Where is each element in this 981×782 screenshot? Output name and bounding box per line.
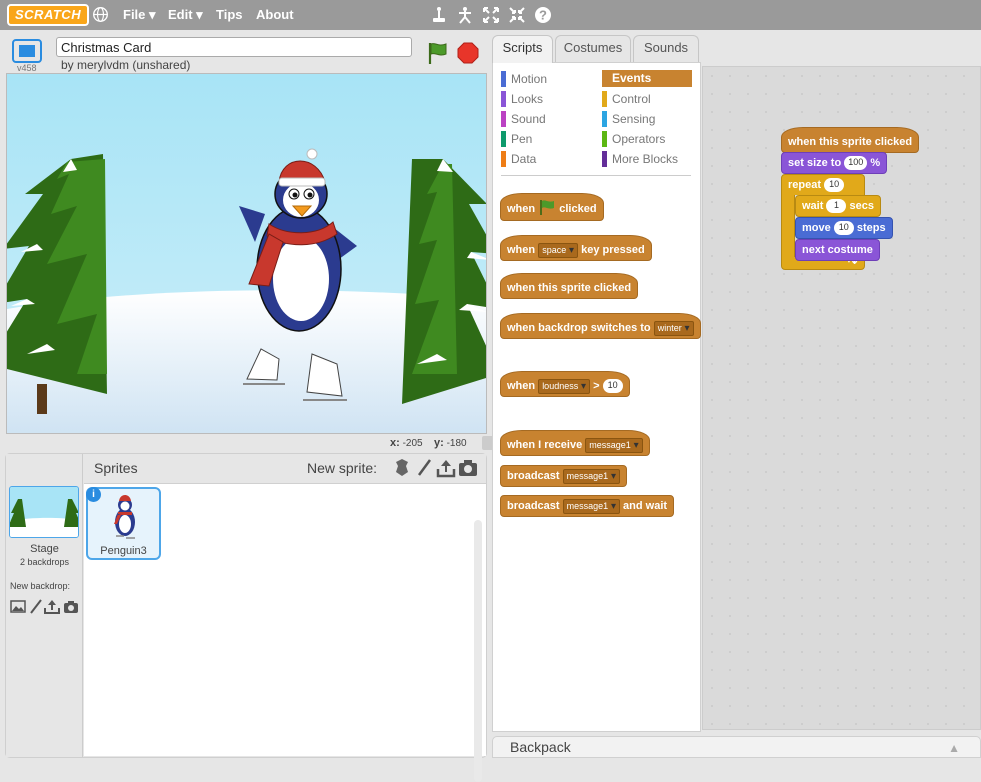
about-menu[interactable]: About <box>256 7 294 22</box>
sprite-tile[interactable]: i Penguin3 <box>86 487 161 560</box>
when-loudness-block[interactable]: when loudness > 10 <box>500 371 630 397</box>
when-sprite-clicked-block[interactable]: when this sprite clicked <box>500 273 639 299</box>
category-looks[interactable]: Looks <box>501 91 543 107</box>
tab-costumes[interactable]: Costumes <box>555 35 631 62</box>
stage-backdrop <box>7 74 486 433</box>
collapse-stage-arrow[interactable] <box>482 436 492 450</box>
stop-sign-icon[interactable] <box>457 42 479 64</box>
stage-label: Stage <box>30 543 59 555</box>
key-dropdown[interactable]: space <box>538 242 579 258</box>
edit-menu[interactable]: Edit ▾ <box>168 7 203 23</box>
stage-thumbnail[interactable] <box>9 486 79 538</box>
backdrop-dropdown[interactable]: winter <box>653 320 694 336</box>
version-label: v458 <box>17 63 37 73</box>
upload-icon[interactable] <box>44 599 60 614</box>
help-icon[interactable]: ? <box>534 6 552 24</box>
backpack[interactable]: Backpack ▲ <box>492 736 981 758</box>
sprites-list: i Penguin3 <box>84 484 486 782</box>
project-header: v458 by merylvdm (unshared) <box>6 35 487 73</box>
tab-scripts[interactable]: Scripts <box>492 35 553 63</box>
backdrop-count: 2 backdrops <box>19 557 70 567</box>
globe-icon[interactable] <box>92 6 109 23</box>
move-steps[interactable]: 10 <box>833 221 854 236</box>
category-data[interactable]: Data <box>501 151 536 167</box>
script-when-sprite-clicked[interactable]: when this sprite clicked <box>781 127 920 153</box>
script-move-block[interactable]: move 10 steps <box>795 217 893 239</box>
block-palette: Motion Looks Sound Pen Data Events Contr… <box>492 62 701 732</box>
tab-sounds[interactable]: Sounds <box>633 35 699 62</box>
y-coordinate: y: -180 <box>434 437 467 449</box>
category-motion[interactable]: Motion <box>501 71 547 87</box>
svg-text:?: ? <box>539 8 547 23</box>
shrink-icon[interactable] <box>508 6 526 24</box>
new-backdrop-label: New backdrop: <box>10 581 71 591</box>
broadcast-block[interactable]: broadcast message1 <box>500 465 627 487</box>
paint-backdrop-icon[interactable] <box>10 599 26 614</box>
when-key-pressed-block[interactable]: when space key pressed <box>500 235 652 261</box>
sprites-title: Sprites <box>94 460 138 476</box>
project-author: by merylvdm (unshared) <box>61 58 191 72</box>
file-menu[interactable]: File ▾ <box>123 7 156 23</box>
loudness-dropdown[interactable]: loudness <box>538 378 591 394</box>
broadcast-and-wait-block[interactable]: broadcast message1 and wait <box>500 495 675 517</box>
wait-seconds[interactable]: 1 <box>826 199 847 214</box>
duplicate-icon[interactable] <box>430 6 448 24</box>
broadcast-wait-dropdown[interactable]: message1 <box>562 498 620 514</box>
backpack-label: Backpack <box>510 739 571 755</box>
camera-sprite-icon[interactable] <box>458 458 478 478</box>
script-area[interactable]: when this sprite clicked set size to 100… <box>702 66 981 730</box>
broadcast-dropdown[interactable]: message1 <box>562 468 620 484</box>
category-more-blocks[interactable]: More Blocks <box>602 151 678 167</box>
upload-sprite-icon[interactable] <box>436 458 456 478</box>
expand-backpack-icon[interactable]: ▲ <box>948 741 960 755</box>
grow-icon[interactable] <box>482 6 500 24</box>
loudness-value[interactable]: 10 <box>602 379 623 394</box>
new-sprite-label: New sprite: <box>307 460 378 476</box>
sprite-library-icon[interactable] <box>392 458 412 478</box>
when-backdrop-switches-block[interactable]: when backdrop switches to winter <box>500 313 701 339</box>
project-title-input[interactable] <box>56 37 412 57</box>
sprite-pane: Stage 2 backdrops New backdrop: Sprites … <box>5 453 487 782</box>
sprite-name: Penguin3 <box>100 545 147 557</box>
x-coordinate: x: -205 <box>390 437 423 449</box>
category-events[interactable]: Events <box>602 70 692 87</box>
script-next-costume-block[interactable]: next costume <box>795 239 880 261</box>
when-i-receive-block[interactable]: when I receive message1 <box>500 430 650 456</box>
scratch-logo[interactable]: SCRATCH <box>7 4 90 26</box>
category-sound[interactable]: Sound <box>501 111 546 127</box>
brush-icon[interactable] <box>28 599 44 614</box>
info-icon[interactable]: i <box>86 487 101 502</box>
script-set-size-block[interactable]: set size to 100 % <box>781 152 888 174</box>
tips-menu[interactable]: Tips <box>216 7 243 22</box>
stage[interactable] <box>6 73 487 434</box>
repeat-count[interactable]: 10 <box>824 178 845 193</box>
menu-bar: SCRATCH File ▾ Edit ▾ Tips About ? <box>0 0 981 30</box>
paint-sprite-icon[interactable] <box>414 458 434 478</box>
sprites-header: Sprites New sprite: <box>84 454 486 484</box>
message-dropdown[interactable]: message1 <box>585 437 643 453</box>
category-operators[interactable]: Operators <box>602 131 665 147</box>
when-flag-clicked-block[interactable]: when clicked <box>500 193 604 221</box>
script-wait-block[interactable]: wait 1 secs <box>795 195 882 217</box>
stage-column: Stage 2 backdrops New backdrop: <box>6 454 83 757</box>
cut-icon[interactable] <box>456 6 474 24</box>
camera-icon[interactable] <box>63 599 79 614</box>
fullscreen-icon[interactable] <box>12 39 42 63</box>
category-sensing[interactable]: Sensing <box>602 111 655 127</box>
green-flag-icon <box>540 200 555 215</box>
penguin-thumbnail <box>114 495 135 539</box>
sprites-scrollbar[interactable] <box>474 520 482 782</box>
category-pen[interactable]: Pen <box>501 131 532 147</box>
category-control[interactable]: Control <box>602 91 651 107</box>
right-tree <box>402 159 486 404</box>
size-value[interactable]: 100 <box>844 156 868 171</box>
green-flag-icon[interactable] <box>426 41 450 65</box>
palette-divider <box>501 175 691 176</box>
